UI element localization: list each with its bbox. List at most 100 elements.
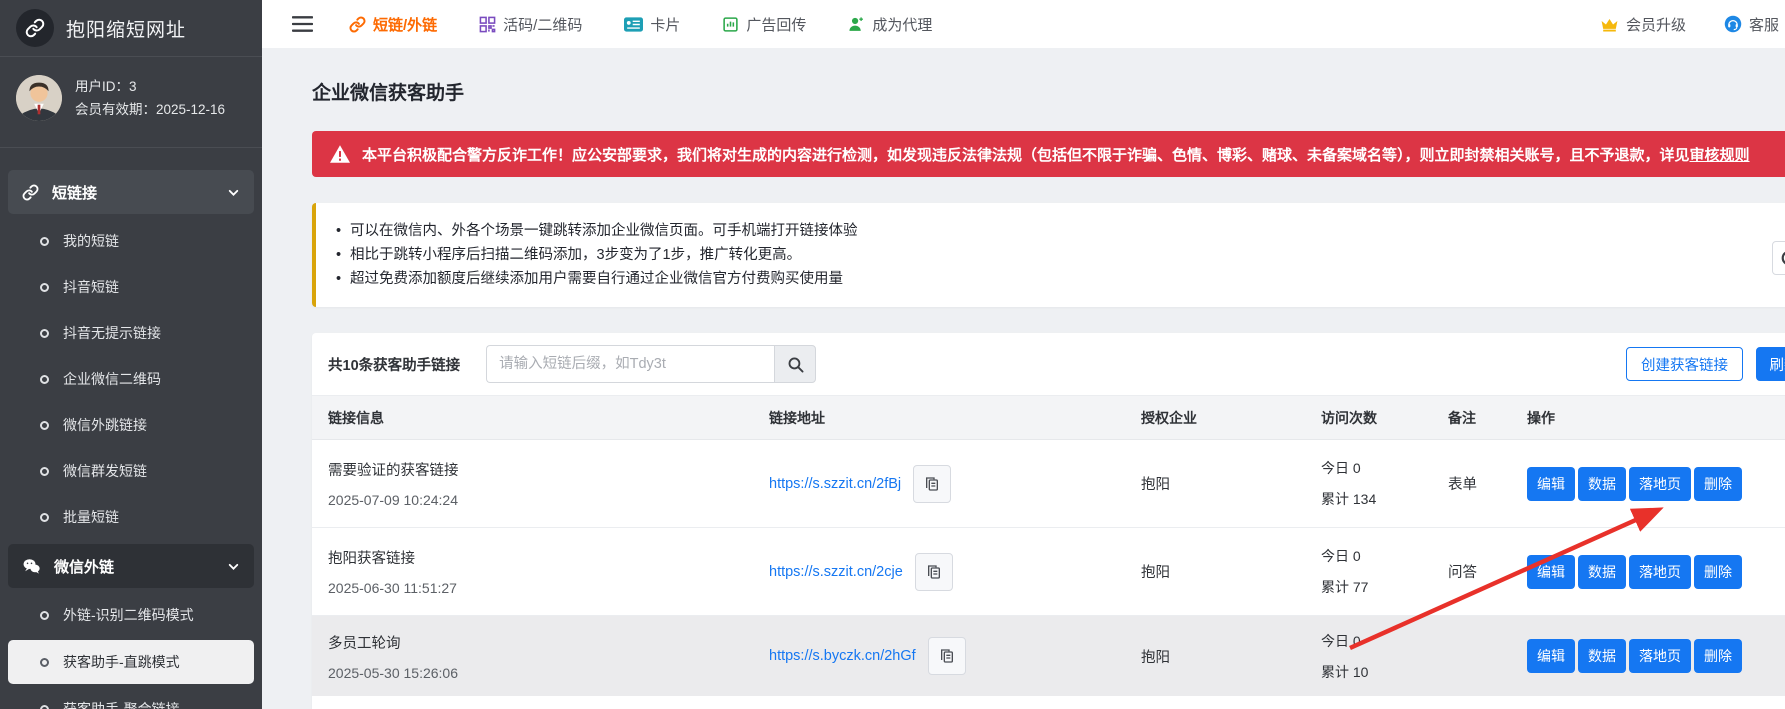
landing-page-button[interactable]: 落地页: [1629, 555, 1691, 589]
sidebar-group-label: 微信外链: [54, 556, 114, 577]
tips-card: 可以在微信内、外各个场景一键跳转添加企业微信页面。可手机端打开链接体验 相比于跳…: [312, 203, 1785, 307]
crown-icon: [1600, 17, 1619, 32]
circle-glyph-icon: [1780, 249, 1785, 267]
bullet-circle-icon: [40, 611, 49, 620]
copy-button[interactable]: [915, 553, 953, 591]
user-panel: 用户ID：3 会员有效期：2025-12-16: [0, 57, 262, 148]
delete-button[interactable]: 删除: [1694, 639, 1742, 673]
col-actions: 操作: [1527, 408, 1785, 428]
bullet-circle-icon: [40, 375, 49, 384]
short-url-link[interactable]: https://s.byczk.cn/2hGf: [769, 648, 916, 664]
chevron-down-icon: [227, 186, 240, 199]
top-navbar: 短链/外链 活码/二维码 卡片 广告回传 成为代理 会员升级 客服: [262, 0, 1785, 48]
brand-logo: [16, 9, 54, 47]
chevron-down-icon: [227, 560, 240, 573]
authorized-company: 抱阳: [1129, 646, 1321, 667]
compliance-warning-banner: 本平台积极配合警方反诈工作！应公安部要求，我们将对生成的内容进行检测，如发现违反…: [312, 131, 1785, 177]
menu-toggle-button[interactable]: [292, 15, 313, 33]
landing-page-button[interactable]: 落地页: [1629, 639, 1691, 673]
nav-member-upgrade[interactable]: 会员升级: [1600, 14, 1686, 35]
delete-button[interactable]: 删除: [1694, 555, 1742, 589]
page-title: 企业微信获客助手: [312, 78, 1785, 105]
bullet-circle-icon: [40, 658, 49, 667]
sidebar-item-my-shortlinks[interactable]: 我的短链: [0, 218, 262, 264]
nav-become-agent[interactable]: 成为代理: [848, 14, 932, 35]
remark: 问答: [1436, 561, 1527, 582]
link-name: 抱阳获客链接: [328, 547, 769, 568]
bullet-circle-icon: [40, 329, 49, 338]
user-avatar: [16, 75, 62, 121]
sidebar-group-shortlink[interactable]: 短链接: [8, 170, 254, 214]
create-link-button[interactable]: 创建获客链接: [1626, 347, 1743, 381]
sidebar-item-extlink-qrmode[interactable]: 外链-识别二维码模式: [0, 592, 262, 638]
link-icon: [349, 16, 366, 33]
bullet-circle-icon: [40, 705, 49, 709]
copy-icon: [926, 564, 942, 580]
col-link-info: 链接信息: [328, 408, 769, 428]
wechat-icon: [22, 557, 41, 576]
link-icon: [25, 18, 45, 38]
edit-button[interactable]: 编辑: [1527, 555, 1575, 589]
table-toolbar: 共10条获客助手链接 创建获客链接 刷新: [312, 333, 1785, 395]
landing-page-button[interactable]: 落地页: [1629, 467, 1691, 501]
ad-callback-icon: [722, 16, 739, 33]
link-date: 2025-06-30 11:51:27: [328, 580, 769, 596]
sidebar-item-batch-shortlink[interactable]: 批量短链: [0, 494, 262, 540]
data-button[interactable]: 数据: [1578, 467, 1626, 501]
nav-customer-service[interactable]: 客服: [1724, 14, 1779, 35]
remark: 表单: [1436, 473, 1527, 494]
search-input[interactable]: [486, 345, 774, 383]
copy-icon: [924, 476, 940, 492]
sidebar-menu: 短链接 我的短链 抖音短链 抖音无提示链接 企业微信二维码 微信外跳链接 微信群…: [0, 148, 262, 709]
copy-icon: [939, 648, 955, 664]
authorized-company: 抱阳: [1129, 561, 1321, 582]
link-date: 2025-07-09 10:24:24: [328, 492, 769, 508]
sidebar-item-wechat-mass[interactable]: 微信群发短链: [0, 448, 262, 494]
card-icon: [624, 17, 643, 32]
short-url-link[interactable]: https://s.szzit.cn/2fBj: [769, 476, 901, 492]
sidebar-item-douyin-noprompt[interactable]: 抖音无提示链接: [0, 310, 262, 356]
copy-button[interactable]: [928, 637, 966, 675]
data-button[interactable]: 数据: [1578, 639, 1626, 673]
brand-title: 抱阳缩短网址: [66, 15, 186, 42]
refresh-button[interactable]: 刷新: [1756, 347, 1785, 381]
hamburger-icon: [292, 15, 313, 33]
link-date: 2025-05-30 15:26:06: [328, 665, 769, 681]
search-group: [486, 345, 816, 383]
sidebar-item-acquisition-aggregate[interactable]: 获客助手-聚合链接: [0, 686, 262, 709]
side-float-button[interactable]: [1772, 241, 1785, 275]
sidebar-item-douyin-shortlink[interactable]: 抖音短链: [0, 264, 262, 310]
copy-button[interactable]: [913, 465, 951, 503]
edit-button[interactable]: 编辑: [1527, 467, 1575, 501]
bullet-circle-icon: [40, 467, 49, 476]
search-icon: [787, 356, 804, 373]
delete-button[interactable]: 删除: [1694, 467, 1742, 501]
membership-expiry: 会员有效期：2025-12-16: [75, 98, 225, 121]
sidebar-group-wechat-external[interactable]: 微信外链: [8, 544, 254, 588]
nav-card[interactable]: 卡片: [624, 14, 680, 35]
col-remark: 备注: [1436, 408, 1527, 428]
link-icon: [22, 184, 39, 201]
sidebar-item-acquisition-direct[interactable]: 获客助手-直跳模式: [8, 640, 254, 684]
edit-button[interactable]: 编辑: [1527, 639, 1575, 673]
col-visits: 访问次数: [1321, 408, 1436, 428]
user-id: 用户ID：3: [75, 75, 225, 98]
links-count-label: 共10条获客助手链接: [328, 354, 460, 375]
bullet-circle-icon: [40, 237, 49, 246]
link-name: 多员工轮询: [328, 632, 769, 653]
short-url-link[interactable]: https://s.szzit.cn/2cje: [769, 564, 903, 580]
sidebar-item-wechat-jumpout[interactable]: 微信外跳链接: [0, 402, 262, 448]
data-button[interactable]: 数据: [1578, 555, 1626, 589]
tip-item: 超过免费添加额度后继续添加用户需要自行通过企业微信官方付费购买使用量: [334, 267, 1785, 291]
nav-shortlink[interactable]: 短链/外链: [349, 14, 437, 35]
tip-item: 可以在微信内、外各个场景一键跳转添加企业微信页面。可手机端打开链接体验: [334, 219, 1785, 243]
nav-ad-callback[interactable]: 广告回传: [722, 14, 806, 35]
links-table-card: 共10条获客助手链接 创建获客链接 刷新 链接信息 链接地址 授权企业 访问次数…: [312, 333, 1785, 709]
review-rules-link[interactable]: 审核规则: [1690, 147, 1750, 164]
warning-icon: [330, 145, 350, 163]
agent-person-icon: [848, 16, 865, 33]
visit-counts: 今日 0 累计 10: [1321, 633, 1436, 680]
sidebar-item-wecom-qrcode[interactable]: 企业微信二维码: [0, 356, 262, 402]
search-button[interactable]: [774, 345, 816, 383]
nav-qrcode[interactable]: 活码/二维码: [479, 14, 582, 35]
